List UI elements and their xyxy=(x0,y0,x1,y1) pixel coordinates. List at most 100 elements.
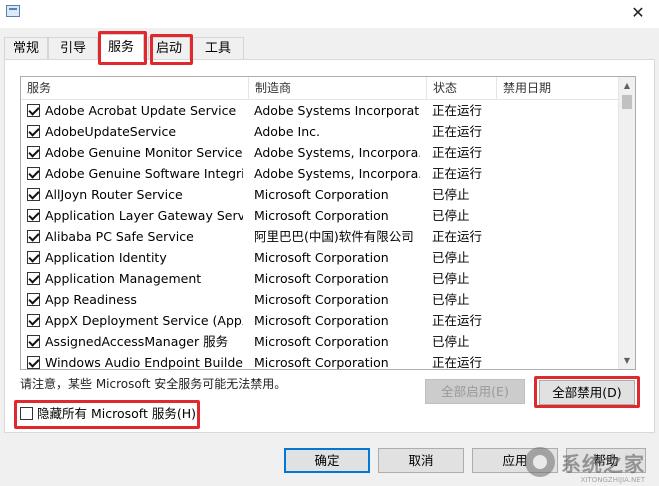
table-row[interactable]: AllJoyn Router Service Microsoft Corpora… xyxy=(21,184,619,205)
service-checkbox[interactable] xyxy=(27,230,40,243)
scroll-thumb[interactable] xyxy=(622,95,632,109)
service-manufacturer: Microsoft Corporation xyxy=(254,187,389,202)
cancel-button[interactable]: 取消 xyxy=(378,448,464,473)
hide-ms-services-checkbox[interactable] xyxy=(20,407,33,420)
list-header: 服务 制造商 状态 禁用日期 xyxy=(21,77,619,100)
service-disable-date xyxy=(503,310,613,331)
scroll-down-arrow-icon[interactable]: ▼ xyxy=(619,352,635,369)
service-disable-date xyxy=(503,142,613,163)
table-row[interactable]: Alibaba PC Safe Service 阿里巴巴(中国)软件有限公司 正… xyxy=(21,226,619,247)
service-status: 正在运行 xyxy=(432,313,483,328)
tab-general[interactable]: 常规 xyxy=(4,37,48,59)
service-name: App Readiness xyxy=(45,292,137,307)
service-manufacturer: Microsoft Corporation xyxy=(254,313,389,328)
disable-all-button[interactable]: 全部禁用(D) xyxy=(539,380,635,405)
service-status: 已停止 xyxy=(432,271,470,286)
close-button[interactable]: ✕ xyxy=(625,2,651,24)
msconfig-app-icon xyxy=(6,5,20,17)
service-checkbox[interactable] xyxy=(27,104,40,117)
service-disable-date xyxy=(503,100,613,121)
service-status: 已停止 xyxy=(432,187,470,202)
watermark-url: XITONGZHIJIA.NET xyxy=(580,476,645,484)
service-name: AssignedAccessManager 服务 xyxy=(45,334,229,349)
service-manufacturer: Microsoft Corporation xyxy=(254,208,389,223)
service-checkbox[interactable] xyxy=(27,146,40,159)
service-status: 正在运行 xyxy=(432,355,483,370)
scroll-up-arrow-icon[interactable]: ▲ xyxy=(619,77,635,94)
service-status: 已停止 xyxy=(432,250,470,265)
table-row[interactable]: AppX Deployment Service (AppX... Microso… xyxy=(21,310,619,331)
service-manufacturer: Microsoft Corporation xyxy=(254,250,389,265)
service-status: 已停止 xyxy=(432,292,470,307)
service-disable-date xyxy=(503,226,613,247)
service-checkbox[interactable] xyxy=(27,314,40,327)
service-name: AdobeUpdateService xyxy=(45,124,177,139)
tab-services[interactable]: 服务 xyxy=(98,34,144,60)
column-header-status[interactable]: 状态 xyxy=(427,77,497,99)
service-disable-date xyxy=(503,121,613,142)
service-manufacturer: Microsoft Corporation xyxy=(254,271,389,286)
hide-ms-services-label: 隐藏所有 Microsoft 服务(H) xyxy=(37,406,196,421)
service-status: 已停止 xyxy=(432,334,470,349)
notice-text: 请注意，某些 Microsoft 安全服务可能无法禁用。 xyxy=(20,377,287,391)
service-name: Application Layer Gateway Service xyxy=(45,208,243,223)
service-status: 已停止 xyxy=(432,208,470,223)
service-checkbox[interactable] xyxy=(27,167,40,180)
service-status: 正在运行 xyxy=(432,166,483,181)
table-row[interactable]: Application Identity Microsoft Corporati… xyxy=(21,247,619,268)
vertical-scrollbar[interactable]: ▲ ▼ xyxy=(618,77,635,369)
service-checkbox[interactable] xyxy=(27,125,40,138)
column-header-manufacturer[interactable]: 制造商 xyxy=(249,77,427,99)
enable-all-button[interactable]: 全部启用(E) xyxy=(425,379,525,404)
service-manufacturer: Adobe Systems Incorporat... xyxy=(254,103,420,118)
ok-button[interactable]: 确定 xyxy=(284,448,370,473)
service-checkbox[interactable] xyxy=(27,251,40,264)
watermark-text: 系统之家 xyxy=(561,451,645,476)
table-row[interactable]: AdobeUpdateService Adobe Inc. 正在运行 xyxy=(21,121,619,142)
service-status: 正在运行 xyxy=(432,145,483,160)
service-status: 正在运行 xyxy=(432,124,483,139)
service-checkbox[interactable] xyxy=(27,356,40,369)
watermark-logo-icon xyxy=(525,447,555,477)
service-disable-date xyxy=(503,331,613,352)
service-manufacturer: Microsoft Corporation xyxy=(254,334,389,349)
services-list[interactable]: 服务 制造商 状态 禁用日期 Adobe Acrobat Update Serv… xyxy=(20,76,636,370)
service-checkbox[interactable] xyxy=(27,335,40,348)
service-disable-date xyxy=(503,205,613,226)
service-disable-date xyxy=(503,268,613,289)
tab-startup[interactable]: 启动 xyxy=(148,37,190,59)
table-row[interactable]: Adobe Genuine Software Integrit... Adobe… xyxy=(21,163,619,184)
table-row[interactable]: AssignedAccessManager 服务 Microsoft Corpo… xyxy=(21,331,619,352)
tab-tools[interactable]: 工具 xyxy=(192,37,244,59)
table-row[interactable]: Adobe Genuine Monitor Service Adobe Syst… xyxy=(21,142,619,163)
column-header-disable-date[interactable]: 禁用日期 xyxy=(497,77,619,99)
service-name: Alibaba PC Safe Service xyxy=(45,229,194,244)
service-manufacturer: Microsoft Corporation xyxy=(254,292,389,307)
service-disable-date xyxy=(503,352,613,369)
tab-bar: 常规 引导 服务 启动 工具 xyxy=(0,34,659,60)
table-row[interactable]: App Readiness Microsoft Corporation 已停止 xyxy=(21,289,619,310)
service-name: Adobe Genuine Software Integrit... xyxy=(45,166,243,181)
tab-boot[interactable]: 引导 xyxy=(48,37,98,59)
table-row[interactable]: Windows Audio Endpoint Builder Microsoft… xyxy=(21,352,619,370)
service-manufacturer: 阿里巴巴(中国)软件有限公司 xyxy=(254,229,414,244)
service-name: AllJoyn Router Service xyxy=(45,187,183,202)
table-row[interactable]: Adobe Acrobat Update Service Adobe Syste… xyxy=(21,100,619,121)
service-disable-date xyxy=(503,184,613,205)
service-manufacturer: Adobe Systems, Incorpora... xyxy=(254,166,420,181)
service-manufacturer: Adobe Systems, Incorpora... xyxy=(254,145,420,160)
table-row[interactable]: Application Management Microsoft Corpora… xyxy=(21,268,619,289)
service-status: 正在运行 xyxy=(432,229,483,244)
service-disable-date xyxy=(503,163,613,184)
service-checkbox[interactable] xyxy=(27,209,40,222)
service-name: Adobe Genuine Monitor Service xyxy=(45,145,243,160)
watermark: 系统之家 XITONGZHIJIA.NET xyxy=(525,442,645,484)
service-checkbox[interactable] xyxy=(27,188,40,201)
service-name: Windows Audio Endpoint Builder xyxy=(45,355,243,370)
column-header-service[interactable]: 服务 xyxy=(21,77,249,99)
table-row[interactable]: Application Layer Gateway Service Micros… xyxy=(21,205,619,226)
service-checkbox[interactable] xyxy=(27,293,40,306)
service-checkbox[interactable] xyxy=(27,272,40,285)
service-name: Adobe Acrobat Update Service xyxy=(45,103,237,118)
title-bar: ✕ xyxy=(0,0,659,28)
